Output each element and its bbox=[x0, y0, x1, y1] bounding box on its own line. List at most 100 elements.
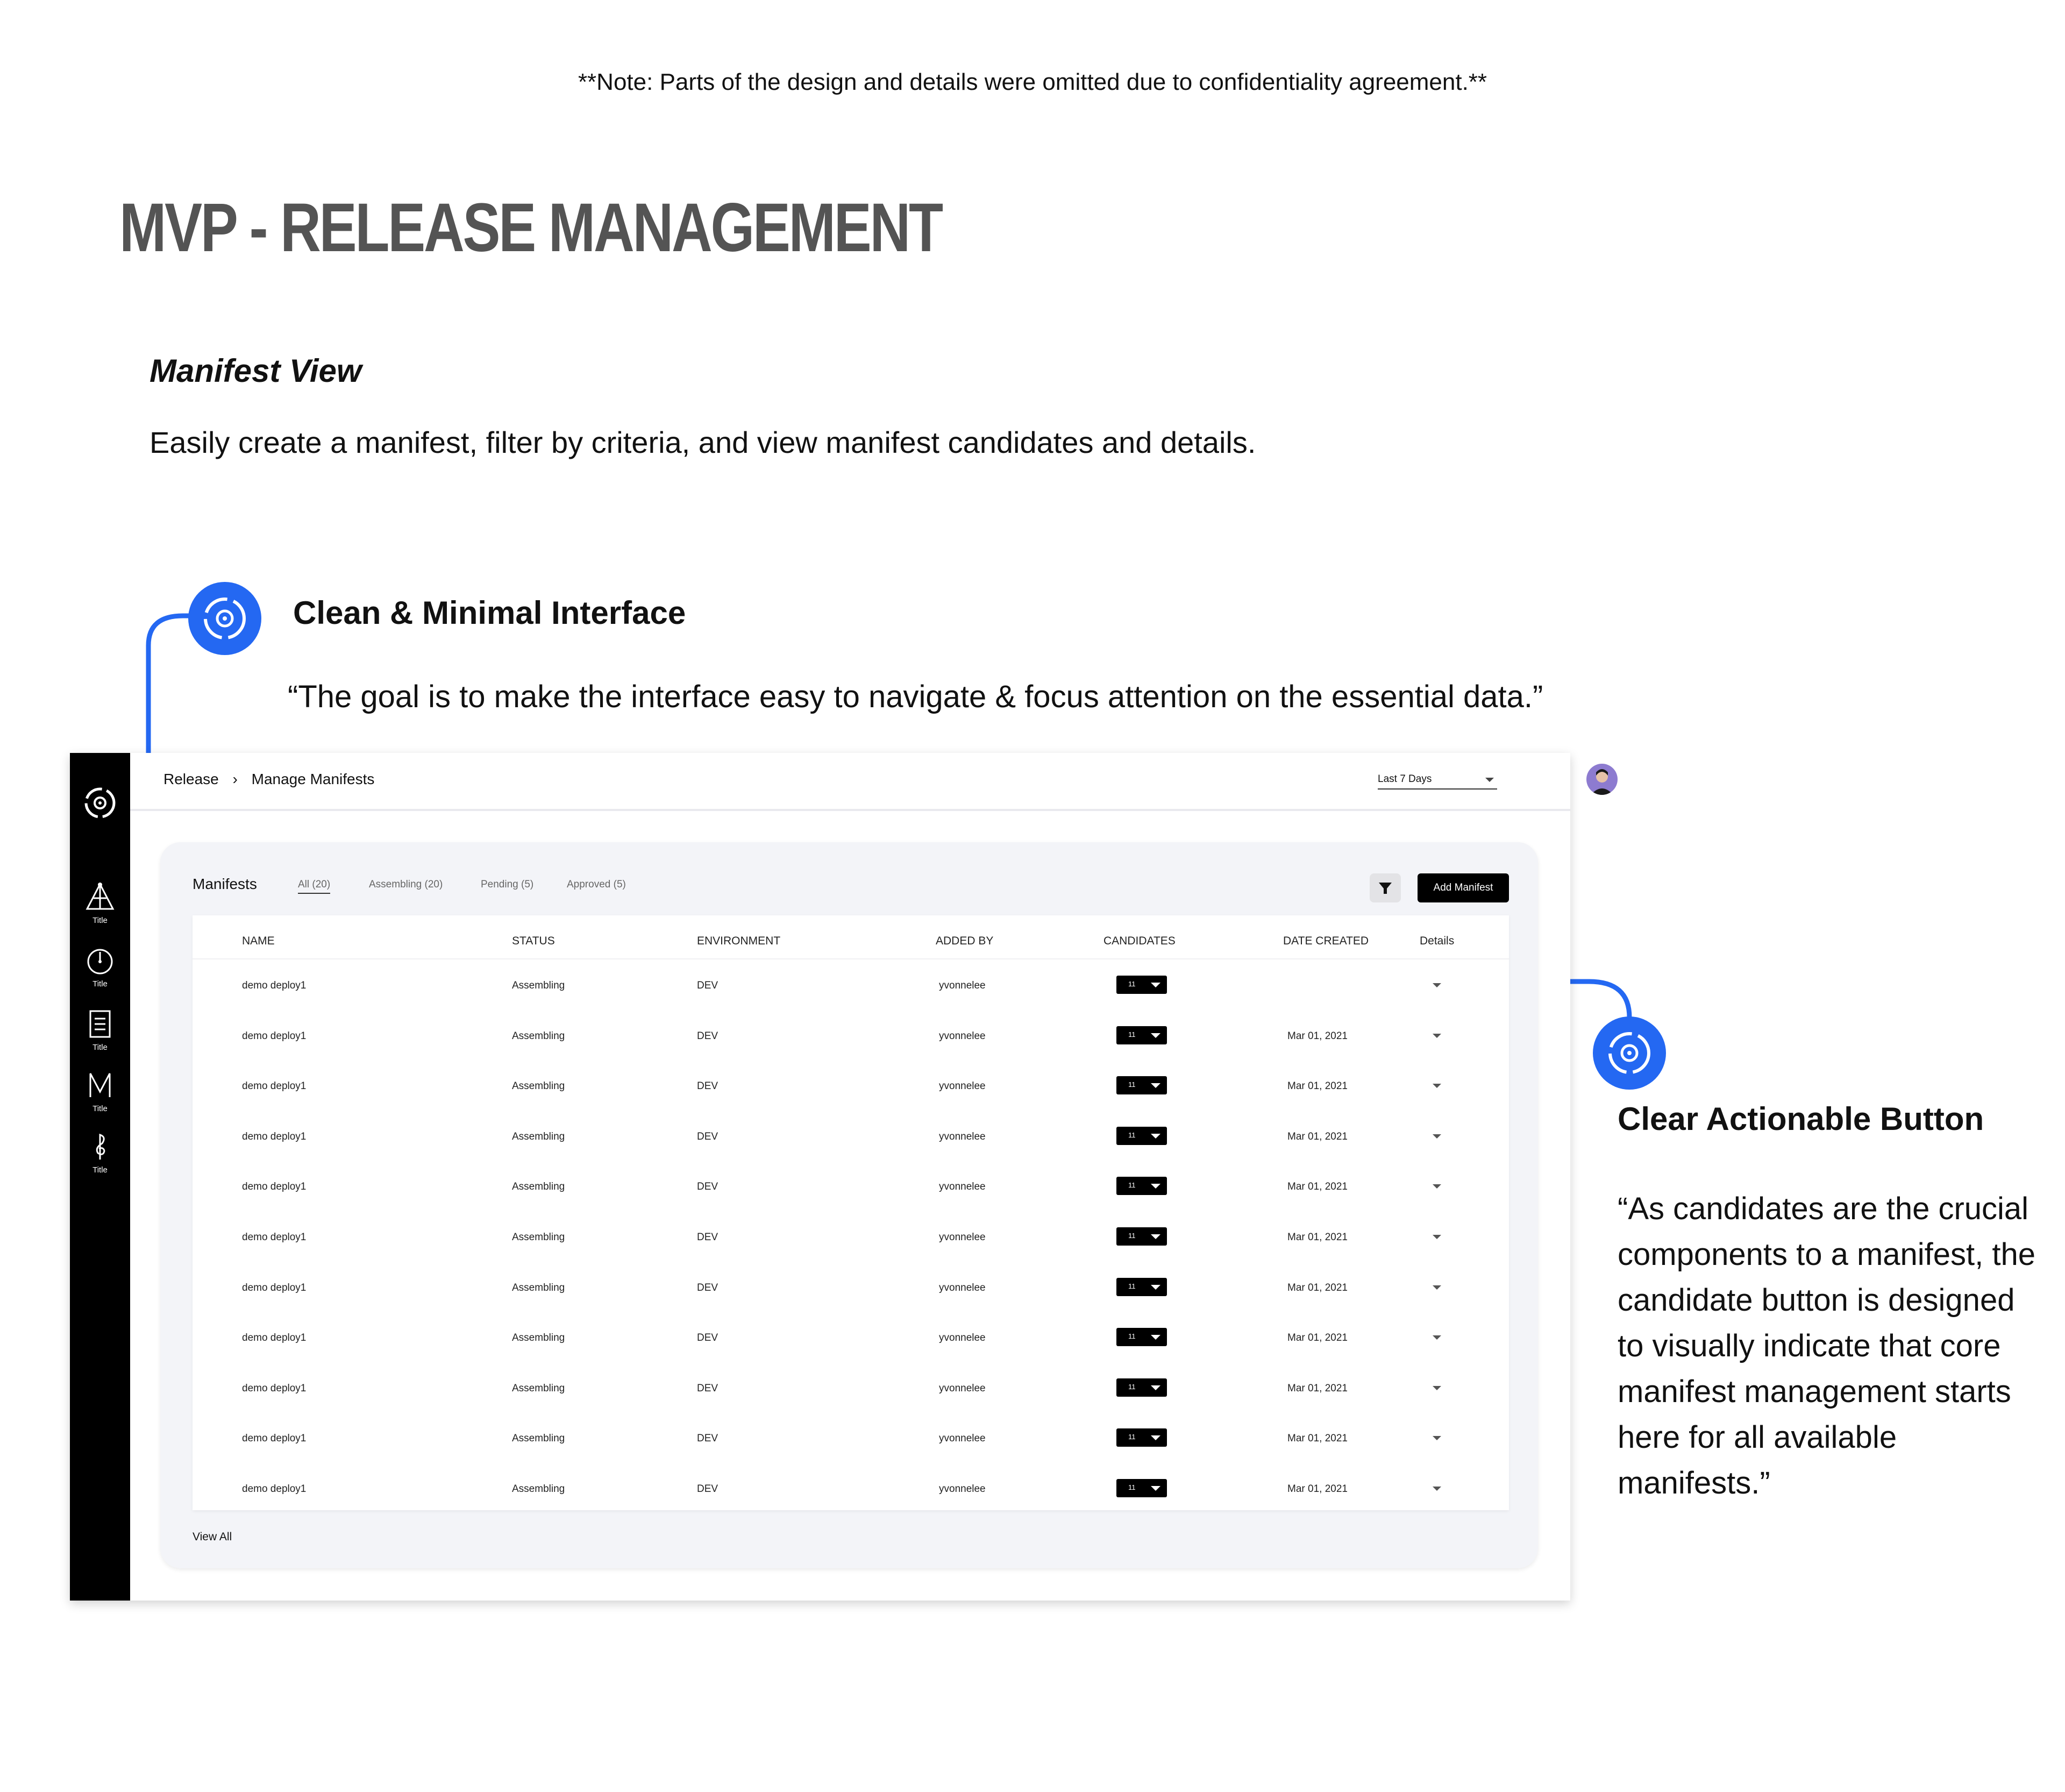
details-expand-icon[interactable] bbox=[1433, 1285, 1441, 1290]
cell-name: demo deploy1 bbox=[242, 1433, 307, 1445]
column-header-status[interactable]: STATUS bbox=[512, 935, 555, 948]
table-row[interactable]: demo deploy1 Assembling DEV yvonnelee 11 Mar … bbox=[193, 1160, 1509, 1210]
table-row[interactable]: demo deploy1 Assembling DEV yvonnelee 11 Mar … bbox=[193, 1210, 1509, 1261]
chevron-down-icon bbox=[1151, 983, 1160, 987]
candidates-button[interactable]: 11 bbox=[1116, 1277, 1167, 1296]
candidates-button[interactable]: 11 bbox=[1116, 1328, 1167, 1347]
top-bar: Release › Manage Manifests Last 7 Days bbox=[130, 753, 1618, 811]
candidates-button[interactable]: 11 bbox=[1116, 1177, 1167, 1196]
cell-name: demo deploy1 bbox=[242, 1332, 307, 1344]
sidebar-item-2[interactable]: Title bbox=[70, 945, 130, 989]
candidates-count: 11 bbox=[1128, 1181, 1136, 1190]
table-row[interactable]: demo deploy1 Assembling DEV yvonnelee 11 Mar … bbox=[193, 1361, 1509, 1412]
details-expand-icon[interactable] bbox=[1433, 1335, 1441, 1340]
chevron-down-icon bbox=[1151, 1435, 1160, 1441]
candidates-button[interactable]: 11 bbox=[1116, 1026, 1167, 1044]
candidates-button[interactable]: 11 bbox=[1116, 976, 1167, 994]
cell-environment: DEV bbox=[697, 1080, 718, 1092]
candidates-button[interactable]: 11 bbox=[1116, 1479, 1167, 1497]
column-header-details: Details bbox=[1420, 935, 1455, 947]
app-logo-icon[interactable] bbox=[70, 784, 130, 824]
column-header-added-by[interactable]: ADDED BY bbox=[936, 935, 993, 948]
table-row[interactable]: demo deploy1 Assembling DEV yvonnelee 11 Mar … bbox=[193, 1462, 1509, 1512]
panel-title: Manifests bbox=[193, 876, 257, 892]
sidebar-item-3[interactable]: Title bbox=[70, 1009, 130, 1052]
callout-release-logo-icon bbox=[188, 582, 261, 655]
sidebar-item-label: Title bbox=[92, 1104, 108, 1113]
cell-status: Assembling bbox=[512, 1332, 565, 1344]
view-all-link[interactable]: View All bbox=[193, 1531, 232, 1544]
chevron-down-icon bbox=[1151, 1133, 1160, 1139]
cell-name: demo deploy1 bbox=[242, 1382, 307, 1394]
details-expand-icon[interactable] bbox=[1433, 983, 1441, 987]
details-expand-icon[interactable] bbox=[1433, 1033, 1441, 1038]
breadcrumb-current: Manage Manifests bbox=[251, 771, 375, 787]
details-expand-icon[interactable] bbox=[1433, 1084, 1441, 1089]
sidebar-item-4[interactable]: Title bbox=[70, 1070, 130, 1113]
tab-assembling[interactable]: Assembling (20) bbox=[369, 879, 443, 891]
cell-status: Assembling bbox=[512, 1232, 565, 1243]
cell-environment: DEV bbox=[697, 1382, 718, 1394]
details-expand-icon[interactable] bbox=[1433, 1184, 1441, 1189]
chevron-down-icon bbox=[1151, 1033, 1160, 1038]
candidates-count: 11 bbox=[1128, 1232, 1136, 1240]
cell-name: demo deploy1 bbox=[242, 1483, 307, 1495]
column-header-environment[interactable]: ENVIRONMENT bbox=[697, 935, 780, 948]
period-select[interactable]: Last 7 Days bbox=[1378, 773, 1497, 790]
details-expand-icon[interactable] bbox=[1433, 1235, 1441, 1239]
details-expand-icon[interactable] bbox=[1433, 1487, 1441, 1491]
cell-status: Assembling bbox=[512, 980, 565, 991]
add-manifest-button[interactable]: Add Manifest bbox=[1418, 873, 1509, 902]
sidebar-item-1[interactable]: Title bbox=[70, 882, 130, 925]
sidebar-item-5[interactable]: Title bbox=[70, 1132, 130, 1175]
column-header-candidates[interactable]: CANDIDATES bbox=[1103, 935, 1176, 948]
details-expand-icon[interactable] bbox=[1433, 1385, 1441, 1390]
table-row[interactable]: demo deploy1 Assembling DEV yvonnelee 11 Mar … bbox=[193, 1009, 1509, 1059]
table-row[interactable]: demo deploy1 Assembling DEV yvonnelee 11 Mar … bbox=[193, 1261, 1509, 1311]
candidates-button[interactable]: 11 bbox=[1116, 1378, 1167, 1397]
sidebar-item-label: Title bbox=[92, 916, 108, 925]
details-expand-icon[interactable] bbox=[1433, 1436, 1441, 1441]
cell-status: Assembling bbox=[512, 1080, 565, 1092]
cell-date-created: Mar 01, 2021 bbox=[1287, 1080, 1348, 1092]
avatar[interactable] bbox=[1586, 764, 1618, 795]
cell-date-created: Mar 01, 2021 bbox=[1287, 1181, 1348, 1193]
chevron-down-icon bbox=[1151, 1284, 1160, 1290]
filter-button[interactable] bbox=[1370, 873, 1401, 902]
cell-added-by: yvonnelee bbox=[939, 1433, 986, 1445]
column-header-name[interactable]: NAME bbox=[242, 935, 275, 948]
tab-all[interactable]: All (20) bbox=[298, 879, 331, 894]
tab-approved[interactable]: Approved (5) bbox=[567, 879, 626, 891]
column-header-date-created[interactable]: DATE CREATED bbox=[1283, 935, 1369, 948]
tab-pending[interactable]: Pending (5) bbox=[481, 879, 533, 891]
sidebar-item-label: Title bbox=[92, 1043, 108, 1052]
table-row[interactable]: demo deploy1 Assembling DEV yvonnelee 11 Mar … bbox=[193, 1311, 1509, 1361]
table-row[interactable]: demo deploy1 Assembling DEV yvonnelee 11 Mar … bbox=[193, 1411, 1509, 1462]
cell-environment: DEV bbox=[697, 1232, 718, 1243]
chevron-down-icon bbox=[1151, 1335, 1160, 1340]
details-expand-icon[interactable] bbox=[1433, 1134, 1441, 1139]
cell-date-created: Mar 01, 2021 bbox=[1287, 1332, 1348, 1344]
candidates-count: 11 bbox=[1128, 1030, 1136, 1039]
breadcrumb-root[interactable]: Release bbox=[163, 771, 219, 787]
candidates-button[interactable]: 11 bbox=[1116, 1428, 1167, 1447]
chevron-down-icon bbox=[1151, 1083, 1160, 1089]
cell-status: Assembling bbox=[512, 1181, 565, 1193]
candidates-button[interactable]: 11 bbox=[1116, 1126, 1167, 1145]
triangle-tree-icon bbox=[86, 882, 115, 910]
manifests-table: NAME STATUS ENVIRONMENT ADDED BY CANDIDA… bbox=[193, 915, 1509, 1510]
table-row[interactable]: demo deploy1 Assembling DEV yvonnelee 11 Mar … bbox=[193, 1059, 1509, 1110]
table-row[interactable]: demo deploy1 Assembling DEV yvonnelee 11 Mar … bbox=[193, 1110, 1509, 1160]
table-row[interactable]: demo deploy1 Assembling DEV yvonnelee 11 bbox=[193, 958, 1509, 1009]
cell-status: Assembling bbox=[512, 1483, 565, 1495]
chevron-down-icon bbox=[1151, 1385, 1160, 1390]
candidates-button[interactable]: 11 bbox=[1116, 1227, 1167, 1246]
sidebar: Title Title Title Title Title bbox=[70, 753, 130, 1601]
callout2-quote: “As candidates are the crucial component… bbox=[1618, 1191, 2035, 1501]
callout-release-logo-icon bbox=[1593, 1016, 1666, 1090]
cell-date-created: Mar 01, 2021 bbox=[1287, 1382, 1348, 1394]
sidebar-item-label: Title bbox=[92, 979, 108, 989]
candidates-button[interactable]: 11 bbox=[1116, 1076, 1167, 1095]
cell-added-by: yvonnelee bbox=[939, 980, 986, 991]
app-mockup: Title Title Title Title Title Release › … bbox=[70, 753, 1618, 1601]
